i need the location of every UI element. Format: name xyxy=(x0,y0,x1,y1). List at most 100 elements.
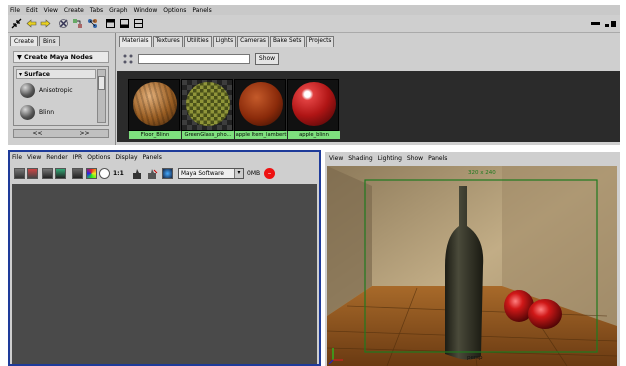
horizontal-scrollbar[interactable]: << >> xyxy=(13,129,109,138)
hypershade-panel: Create Bins ▼ Create Maya Nodes ▾ Surfac… xyxy=(8,33,620,145)
filter-icon[interactable] xyxy=(122,53,134,65)
show-button[interactable]: Show xyxy=(255,53,279,65)
tab-materials[interactable]: Materials xyxy=(119,36,152,47)
swatch-apple-lambert[interactable]: apple Item_lambert xyxy=(234,79,287,139)
menu-view[interactable]: View xyxy=(44,7,58,14)
vp-menu-view[interactable]: View xyxy=(329,155,343,162)
layout-split-icon[interactable] xyxy=(605,18,616,29)
render-view-menu: File View Render IPR Options Display Pan… xyxy=(12,154,167,161)
ipr-render-icon[interactable] xyxy=(55,168,66,179)
node-anisotropic[interactable]: Anisotropic xyxy=(20,83,73,98)
tab-bins[interactable]: Bins xyxy=(38,36,60,46)
show-top-tabs-icon[interactable] xyxy=(105,18,116,29)
camera-label: persp xyxy=(467,355,483,361)
render-view-panel: File View Render IPR Options Display Pan… xyxy=(8,150,321,366)
scene-render xyxy=(327,166,617,366)
menu-create[interactable]: Create xyxy=(64,7,84,14)
rgb-channel-icon[interactable] xyxy=(86,168,97,179)
dropdown-arrow-icon[interactable]: ▾ xyxy=(234,169,243,178)
clear-graph-icon[interactable] xyxy=(58,18,69,29)
keep-image-icon[interactable] xyxy=(131,168,143,180)
render-view-canvas xyxy=(12,184,317,364)
search-row: Show xyxy=(117,49,620,71)
surface-label: Surface xyxy=(24,71,50,78)
menu-window[interactable]: Window xyxy=(134,7,158,14)
swatch-label: apple_blinn xyxy=(288,131,340,139)
vp-menu-show[interactable]: Show xyxy=(407,155,423,162)
apple-2 xyxy=(528,299,562,329)
scroll-thumb[interactable] xyxy=(98,76,105,90)
vp-menu-shading[interactable]: Shading xyxy=(348,155,372,162)
viewport-menu: View Shading Lighting Show Panels xyxy=(329,155,452,162)
rv-menu-ipr[interactable]: IPR xyxy=(73,154,83,161)
create-maya-nodes-dropdown[interactable]: ▼ Create Maya Nodes xyxy=(13,51,109,63)
tab-cameras[interactable]: Cameras xyxy=(237,36,269,47)
real-size-button[interactable]: 1:1 xyxy=(113,170,124,177)
graph-network-icon[interactable] xyxy=(87,18,98,29)
vp-menu-lighting[interactable]: Lighting xyxy=(378,155,402,162)
viewport-scene[interactable]: 320 x 240 persp xyxy=(327,166,617,366)
renderer-value: Maya Software xyxy=(181,171,224,177)
swatch-apple-blinn[interactable]: apple_blinn xyxy=(287,79,340,139)
swatch-label: apple Item_lambert xyxy=(235,131,287,139)
materials-panel: Materials Textures Utilities Lights Came… xyxy=(117,33,620,145)
tab-textures[interactable]: Textures xyxy=(152,36,183,47)
renderer-select[interactable]: Maya Software ▾ xyxy=(178,168,244,179)
toggle-panels-icon[interactable] xyxy=(11,18,22,29)
show-bottom-tabs-icon[interactable] xyxy=(119,18,130,29)
swatch-area: Floor_Blinn GreenGlass_pho... apple Item… xyxy=(117,71,620,142)
alpha-channel-icon[interactable] xyxy=(99,168,110,179)
create-panel: Create Bins ▼ Create Maya Nodes ▾ Surfac… xyxy=(8,33,116,145)
perspective-viewport-panel: View Shading Lighting Show Panels 320 x … xyxy=(325,152,620,366)
lambert-sphere xyxy=(239,82,283,126)
menu-options[interactable]: Options xyxy=(163,7,186,14)
memory-usage: 0MB xyxy=(247,170,261,177)
tab-utilities[interactable]: Utilities xyxy=(183,36,212,47)
green-glass-sphere xyxy=(186,82,230,126)
surface-section-header[interactable]: ▾ Surface xyxy=(16,69,96,79)
tab-projects[interactable]: Projects xyxy=(305,36,335,47)
scroll-left-button[interactable]: << xyxy=(32,130,42,137)
remove-image-icon[interactable] xyxy=(146,168,158,180)
show-top-bottom-tabs-icon[interactable] xyxy=(133,18,144,29)
arrow-left-icon[interactable] xyxy=(26,18,37,29)
rv-menu-render[interactable]: Render xyxy=(46,154,67,161)
node-label: Anisotropic xyxy=(39,87,73,94)
layout-single-icon[interactable] xyxy=(590,18,601,29)
scroll-right-button[interactable]: >> xyxy=(79,130,89,137)
resolution-label: 320 x 240 xyxy=(468,170,496,176)
search-input[interactable] xyxy=(138,54,250,64)
arrow-right-icon[interactable] xyxy=(40,18,51,29)
vertical-scrollbar[interactable] xyxy=(97,69,106,123)
rv-menu-display[interactable]: Display xyxy=(115,154,137,161)
redo-render-icon[interactable] xyxy=(14,168,25,179)
swatch-label: GreenGlass_pho... xyxy=(182,131,234,139)
menu-tabs[interactable]: Tabs xyxy=(90,7,103,14)
swatch-greenglass[interactable]: GreenGlass_pho... xyxy=(181,79,234,139)
rv-menu-view[interactable]: View xyxy=(27,154,41,161)
main-menubar: File Edit View Create Tabs Graph Window … xyxy=(8,5,620,15)
rv-menu-panels[interactable]: Panels xyxy=(143,154,162,161)
tab-bake-sets[interactable]: Bake Sets xyxy=(269,36,305,47)
vp-menu-panels[interactable]: Panels xyxy=(428,155,447,162)
tab-create[interactable]: Create xyxy=(10,36,38,46)
menu-file[interactable]: File xyxy=(10,7,20,14)
render-region-icon[interactable] xyxy=(27,168,38,179)
swatch-floor-blinn[interactable]: Floor_Blinn xyxy=(128,79,181,139)
swatch-label: Floor_Blinn xyxy=(129,131,181,139)
anisotropic-sphere-icon xyxy=(20,83,35,98)
render-view-toolbar: 1:1 Maya Software ▾ 0MB – xyxy=(12,166,318,182)
stop-render-icon[interactable]: – xyxy=(264,168,275,179)
node-blinn[interactable]: Blinn xyxy=(20,105,54,120)
tab-lights[interactable]: Lights xyxy=(212,36,237,47)
refresh-ipr-icon[interactable] xyxy=(72,168,83,179)
node-label: Blinn xyxy=(39,109,55,116)
menu-panels[interactable]: Panels xyxy=(192,7,211,14)
graph-materials-icon[interactable] xyxy=(72,18,83,29)
rv-menu-file[interactable]: File xyxy=(12,154,22,161)
menu-graph[interactable]: Graph xyxy=(109,7,127,14)
snapshot-icon[interactable] xyxy=(42,168,53,179)
rv-menu-options[interactable]: Options xyxy=(87,154,110,161)
render-settings-icon[interactable] xyxy=(162,168,173,179)
menu-edit[interactable]: Edit xyxy=(26,7,38,14)
